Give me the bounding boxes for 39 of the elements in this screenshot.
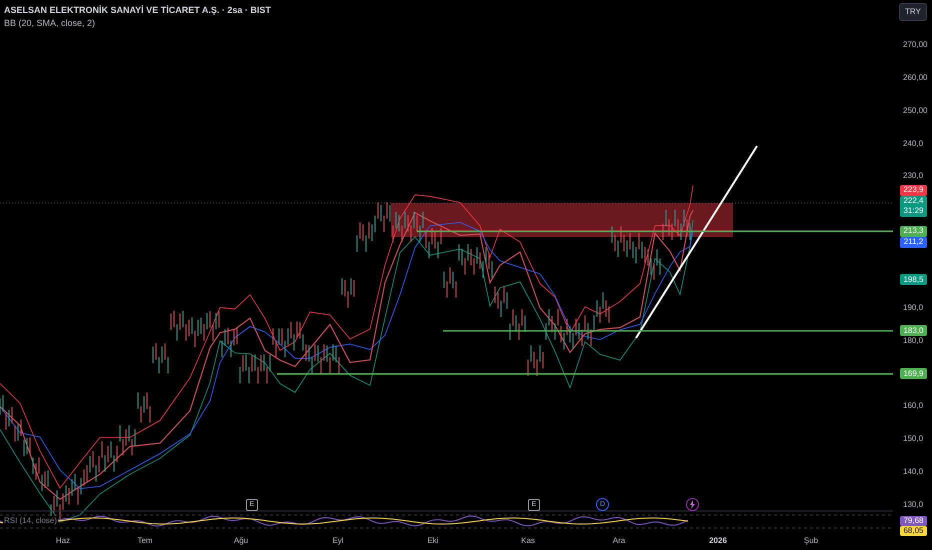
time-axis-label: Ağu <box>234 536 248 546</box>
rsi-label: RSI (14, close) <box>3 516 58 526</box>
price-axis-label: 140,0 <box>903 467 924 478</box>
countdown-timer: 31:29 <box>903 206 924 216</box>
price-axis-label: 230,0 <box>903 171 924 182</box>
symbol-title: ASELSAN ELEKTRONİK SANAYİ VE TİCARET A.Ş. · 2sa · BIST <box>4 5 271 16</box>
time-axis-label: Kas <box>521 536 535 546</box>
price-value: 222,4 <box>903 196 924 206</box>
trend-line[interactable] <box>635 145 758 339</box>
price-value: 213,3 <box>903 226 924 236</box>
currency-button[interactable]: TRY <box>899 3 927 21</box>
price-axis-label: 240,0 <box>903 138 924 149</box>
lightning-icon[interactable] <box>686 498 699 511</box>
indicator-label: BB (20, SMA, close, 2) <box>4 18 96 29</box>
time-axis-label: Eki <box>427 536 439 546</box>
time-axis-label: Eyl <box>332 536 344 546</box>
time-axis-label: Haz <box>56 536 70 546</box>
price-value: 183,0 <box>903 326 924 336</box>
price-value: 211,2 <box>904 237 924 248</box>
time-axis-label: Ara <box>612 536 626 546</box>
price-axis-label: 130,0 <box>903 500 924 510</box>
price-axis-label: 150,0 <box>903 434 924 444</box>
price-value: 169,9 <box>903 368 924 379</box>
price-value: 223,9 <box>903 185 924 196</box>
price-axis-label: 270,00 <box>903 40 928 50</box>
horizontal-level-line[interactable] <box>417 230 893 232</box>
time-axis-label: Şub <box>804 536 818 546</box>
time-axis-label: Tem <box>137 536 153 546</box>
time-axis-label: 2026 <box>709 536 727 546</box>
rsi-value-badge: 68,05 <box>900 526 927 536</box>
horizontal-level-line[interactable] <box>277 373 893 375</box>
rsi-value-badge: 79,68 <box>900 516 927 526</box>
price-axis-label: 180,0 <box>903 336 924 346</box>
price-value: 198,5 <box>903 274 924 285</box>
price-axis-label: 260,00 <box>903 72 928 83</box>
price-axis-label: 160,0 <box>903 401 924 412</box>
price-axis-label: 250,00 <box>903 106 928 116</box>
horizontal-level-line[interactable] <box>443 330 893 332</box>
price-axis-label: 190,0 <box>903 302 924 313</box>
